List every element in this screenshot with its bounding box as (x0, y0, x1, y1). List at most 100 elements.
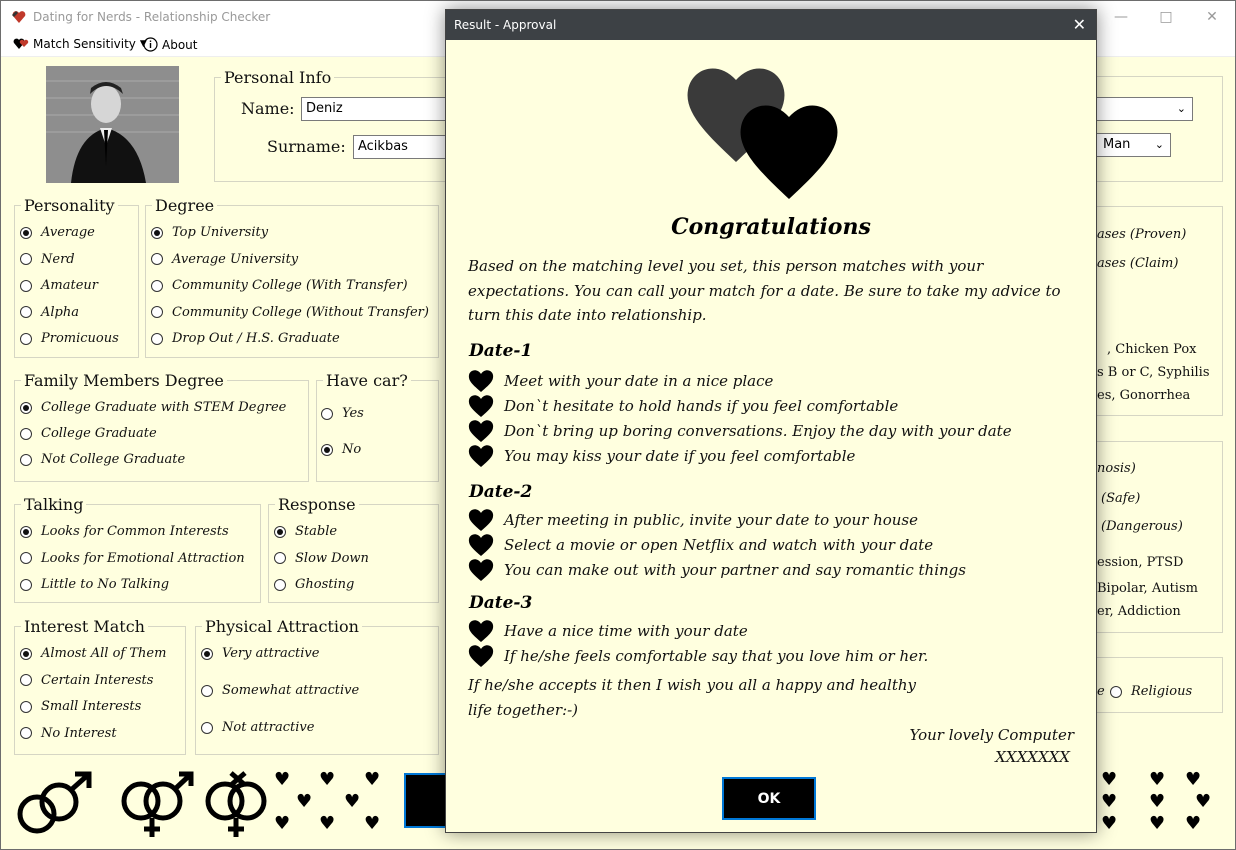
radio[interactable] (201, 721, 213, 734)
disease-option-4[interactable]: s B or C, Syphilis (1097, 365, 1210, 380)
intro-text: Based on the matching level you set, thi… (468, 257, 1061, 324)
talking-option[interactable]: Looks for Emotional Attraction (20, 551, 245, 566)
car-option[interactable]: Yes (321, 406, 364, 421)
heart-bullet-icon (468, 509, 494, 531)
name-input[interactable]: Deniz (301, 97, 447, 121)
family-option[interactable]: Not College Graduate (20, 452, 185, 467)
personality-option[interactable]: Nerd (20, 252, 75, 267)
maximize-button[interactable]: □ (1151, 7, 1181, 27)
radio[interactable] (20, 578, 32, 591)
talking-option[interactable]: Little to No Talking (20, 577, 169, 592)
radio[interactable] (20, 401, 32, 414)
radio[interactable] (274, 552, 286, 564)
interest-option[interactable]: Small Interests (20, 699, 141, 714)
disease-option-2[interactable]: ases (Claim) (1097, 256, 1178, 271)
degree-option[interactable]: Average University (151, 252, 298, 267)
response-legend: Response (278, 495, 356, 514)
radio[interactable] (20, 727, 32, 739)
radio[interactable] (321, 443, 333, 456)
close-button[interactable]: ✕ (1197, 7, 1227, 27)
degree-option[interactable]: Top University (151, 225, 268, 240)
ok-button[interactable]: OK (722, 777, 816, 820)
personality-option[interactable]: Amateur (20, 278, 98, 293)
gender-select[interactable]: Man ⌄ (1097, 133, 1171, 157)
radio[interactable] (20, 427, 32, 440)
radio[interactable] (20, 525, 32, 538)
car-option[interactable]: No (321, 442, 361, 457)
personality-option-label: Nerd (41, 251, 75, 267)
degree-option[interactable]: Community College (Without Transfer) (151, 305, 429, 320)
heart-icon: ♥ (1101, 813, 1118, 834)
religion-option-1[interactable]: e (1097, 684, 1105, 699)
radio[interactable] (274, 578, 286, 591)
disease-option-5[interactable]: es, Gonorrhea (1097, 388, 1190, 403)
mental-option-5[interactable]: Bipolar, Autism (1097, 581, 1198, 596)
radio[interactable] (20, 674, 32, 686)
mental-option-4[interactable]: ession, PTSD (1097, 555, 1183, 570)
degree-option[interactable]: Community College (With Transfer) (151, 278, 408, 293)
radio[interactable] (20, 306, 32, 318)
window-title: Dating for Nerds - Relationship Checker (33, 10, 271, 24)
radio[interactable] (321, 407, 333, 420)
interest-option[interactable]: No Interest (20, 726, 117, 741)
radio[interactable] (274, 525, 286, 538)
personality-option[interactable]: Promicuous (20, 331, 119, 346)
city-select[interactable]: ⌄ (1097, 97, 1193, 121)
radio[interactable] (20, 552, 32, 564)
radio[interactable] (151, 226, 163, 239)
physical-option[interactable]: Not attractive (201, 720, 314, 735)
have-car-legend: Have car? (326, 371, 408, 390)
response-option[interactable]: Slow Down (274, 551, 369, 566)
surname-input[interactable]: Acikbas (353, 135, 447, 159)
radio[interactable] (20, 226, 32, 239)
interest-option[interactable]: Certain Interests (20, 673, 153, 688)
date-advice-text: You may kiss your date if you feel comfo… (504, 447, 856, 465)
talking-option[interactable]: Looks for Common Interests (20, 524, 229, 539)
date-advice-item: You can make out with your partner and s… (468, 558, 966, 582)
dialog-title-bar: Result - Approval ✕ (446, 10, 1096, 40)
religion-option-2[interactable]: Religious (1110, 684, 1192, 699)
heart-bullet-icon (468, 645, 494, 667)
degree-legend: Degree (155, 196, 215, 215)
date-advice-text: After meeting in public, invite your dat… (504, 511, 919, 529)
radio[interactable] (20, 332, 32, 345)
radio[interactable] (20, 253, 32, 265)
radio[interactable] (151, 332, 163, 345)
signature-name: XXXXXXX (995, 748, 1070, 766)
personality-option[interactable]: Alpha (20, 305, 79, 320)
about-menu[interactable]: About (143, 37, 197, 52)
personality-option[interactable]: Average (20, 225, 95, 240)
match-sensitivity-menu[interactable]: Match Sensitivity ▼ (13, 37, 147, 51)
physical-option[interactable]: Very attractive (201, 646, 319, 661)
radio[interactable] (20, 700, 32, 713)
radio[interactable] (20, 279, 32, 292)
disease-option-3[interactable]: , Chicken Pox (1107, 342, 1196, 357)
radio[interactable] (201, 647, 213, 660)
family-degree-legend: Family Members Degree (24, 371, 224, 390)
response-option[interactable]: Stable (274, 524, 337, 539)
radio[interactable] (1110, 685, 1122, 698)
response-option[interactable]: Ghosting (274, 577, 354, 592)
radio[interactable] (151, 306, 163, 318)
interest-option-label: Almost All of Them (41, 646, 167, 661)
minimize-button[interactable]: — (1106, 7, 1136, 27)
dialog-close-icon[interactable]: ✕ (1073, 15, 1086, 34)
radio[interactable] (201, 684, 213, 697)
radio[interactable] (151, 253, 163, 265)
interest-option[interactable]: Almost All of Them (20, 646, 166, 661)
family-option[interactable]: College Graduate (20, 426, 157, 441)
check-button[interactable] (404, 773, 448, 828)
mental-option-2[interactable]: (Safe) (1101, 491, 1140, 506)
radio[interactable] (151, 279, 163, 292)
hearts-menu-icon (13, 38, 29, 49)
about-label: About (162, 37, 198, 52)
mental-option-1[interactable]: nosis) (1097, 461, 1136, 476)
radio[interactable] (20, 647, 32, 660)
physical-option[interactable]: Somewhat attractive (201, 683, 359, 698)
radio[interactable] (20, 453, 32, 466)
mental-option-3[interactable]: (Dangerous) (1101, 519, 1183, 534)
degree-option[interactable]: Drop Out / H.S. Graduate (151, 331, 340, 346)
disease-option-1[interactable]: ases (Proven) (1097, 227, 1186, 242)
family-option[interactable]: College Graduate with STEM Degree (20, 400, 286, 415)
mental-option-6[interactable]: er, Addiction (1097, 604, 1181, 619)
